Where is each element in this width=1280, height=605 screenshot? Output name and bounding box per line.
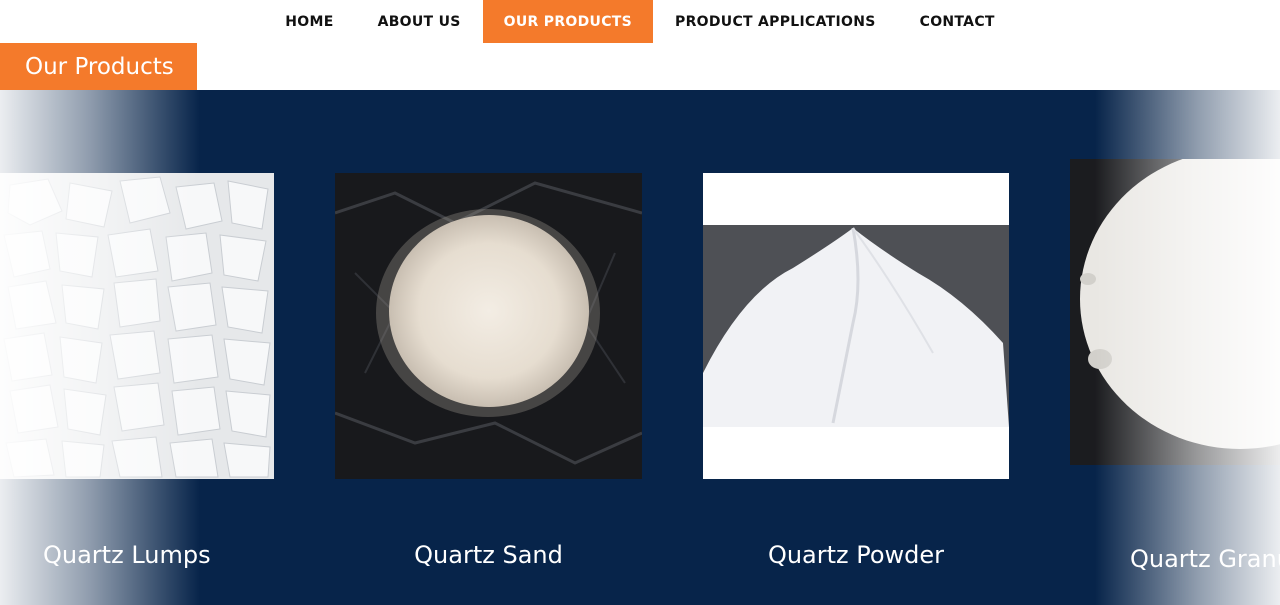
main-nav: HOME ABOUT US OUR PRODUCTS PRODUCT APPLI…	[0, 0, 1280, 43]
product-card-quartz-powder[interactable]: Quartz Powder	[703, 90, 1009, 605]
quartz-granules-image[interactable]	[1070, 159, 1280, 465]
products-carousel[interactable]: Quartz Lumps Quartz Sand Quartz Powder Q…	[0, 90, 1280, 605]
quartz-powder-image[interactable]	[703, 173, 1009, 479]
product-card-quartz-granules[interactable]: Quartz Granu	[1070, 90, 1280, 605]
product-name[interactable]: Quartz Sand	[335, 541, 642, 569]
section-title: Our Products	[0, 43, 197, 90]
product-name[interactable]: Quartz Powder	[703, 541, 1009, 569]
product-name[interactable]: Quartz Lumps	[43, 541, 211, 569]
nav-home[interactable]: HOME	[263, 0, 355, 43]
quartz-lumps-image[interactable]	[0, 173, 274, 479]
nav-about-us[interactable]: ABOUT US	[356, 0, 483, 43]
nav-our-products[interactable]: OUR PRODUCTS	[482, 0, 654, 43]
product-card-quartz-lumps[interactable]: Quartz Lumps	[0, 90, 300, 605]
product-name[interactable]: Quartz Granu	[1130, 545, 1280, 573]
quartz-sand-image[interactable]	[335, 173, 642, 479]
nav-contact[interactable]: CONTACT	[898, 0, 1017, 43]
product-card-quartz-sand[interactable]: Quartz Sand	[335, 90, 642, 605]
nav-product-applications[interactable]: PRODUCT APPLICATIONS	[653, 0, 898, 43]
